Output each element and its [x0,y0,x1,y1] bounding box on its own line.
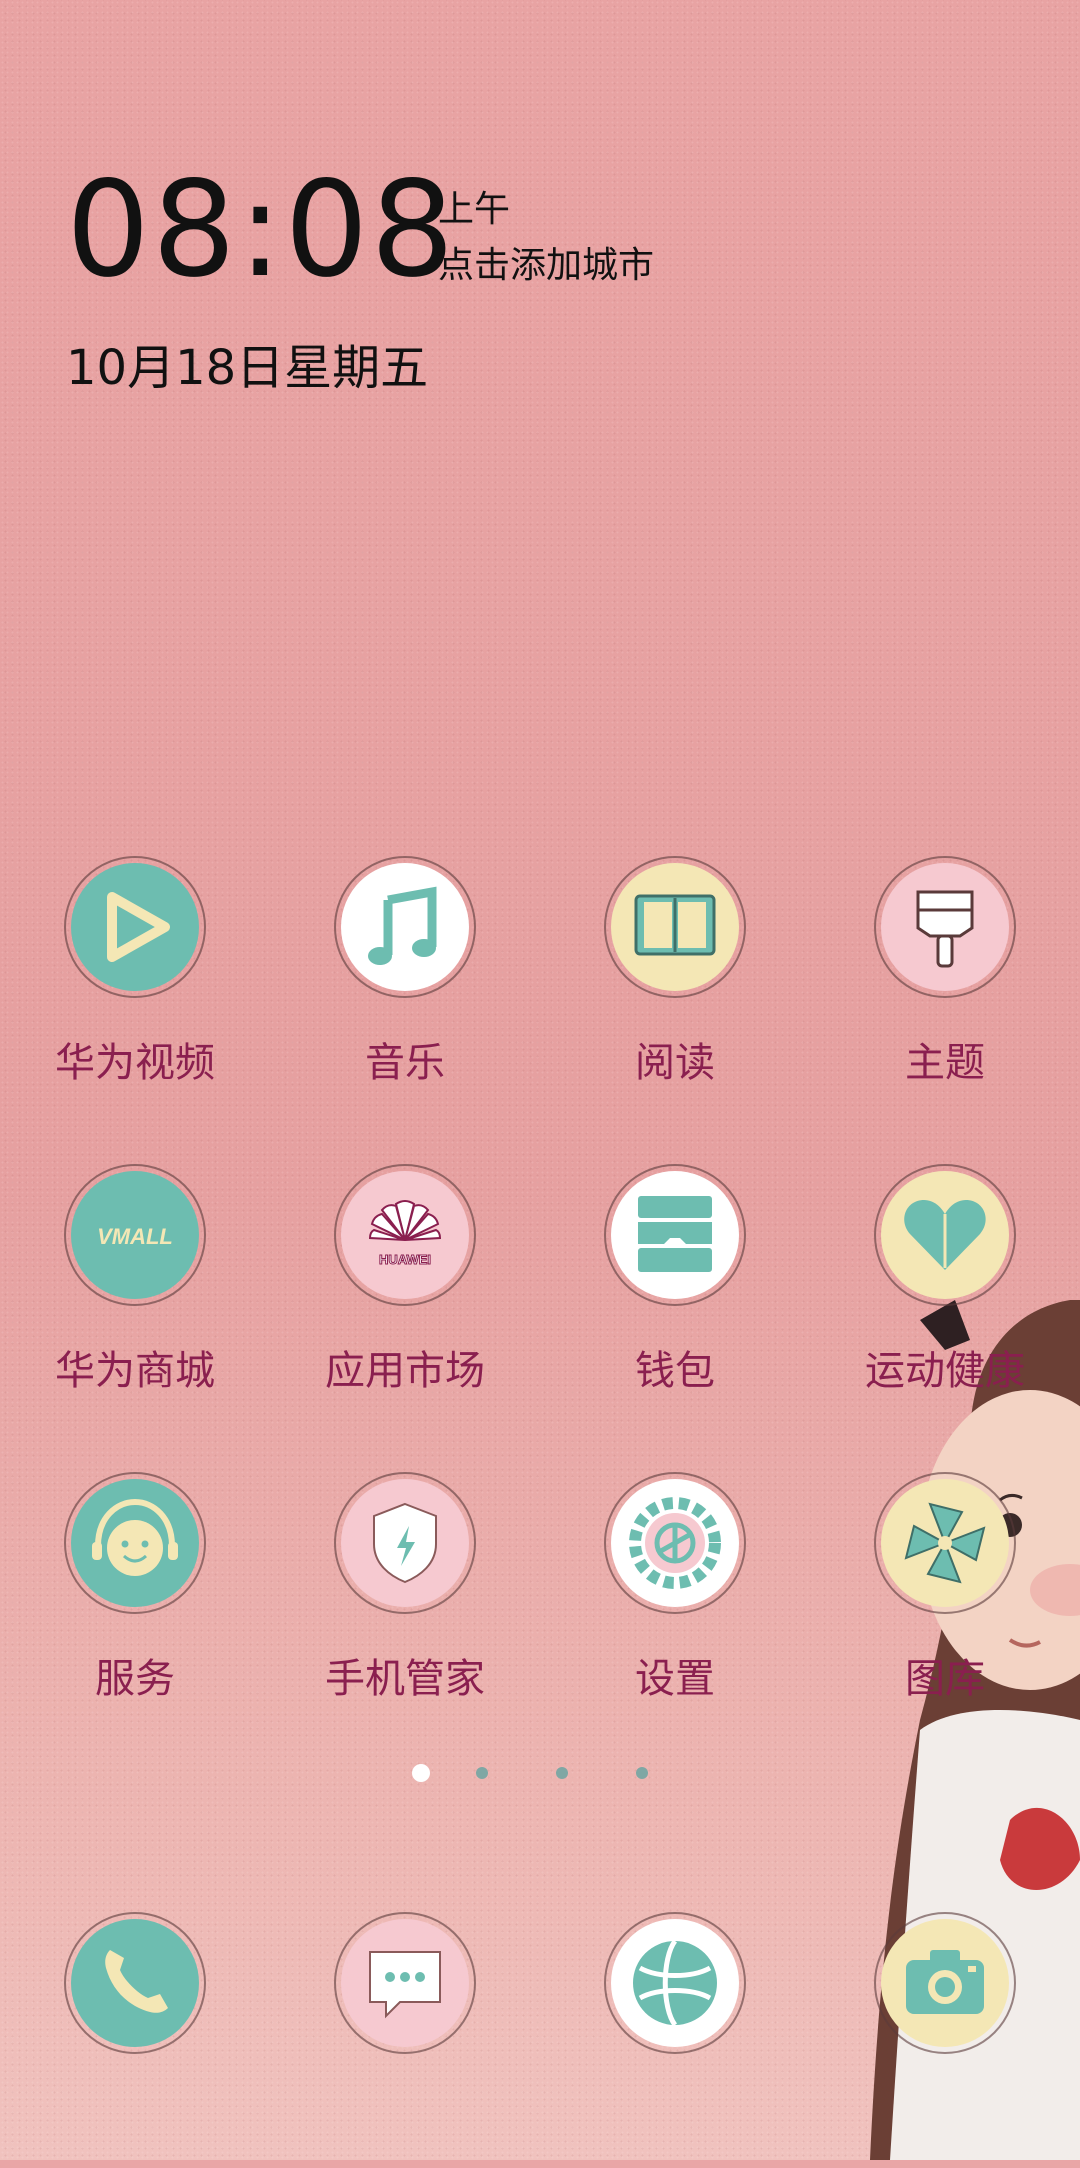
app-label: 钱包 [635,1348,715,1394]
add-city-link[interactable]: 点击添加城市 [438,236,654,288]
app-health[interactable]: 运动健康 [810,1160,1080,1420]
page-dot[interactable] [636,1767,648,1779]
video-play-icon [60,852,210,1002]
pinwheel-flower-icon [870,1468,1020,1618]
app-huawei-video[interactable]: 华为视频 [0,852,270,1112]
camera-icon [870,1908,1020,2058]
app-label: 应用市场 [325,1348,485,1394]
app-label: 音乐 [365,1040,445,1086]
app-service[interactable]: 服务 [0,1468,270,1728]
app-music[interactable]: 音乐 [270,852,540,1112]
app-label: 华为视频 [55,1040,215,1086]
wallet-icon [600,1160,750,1310]
app-label: 图库 [905,1656,985,1702]
huawei-appgallery-icon: HUAWEI [330,1160,480,1310]
dock-phone[interactable] [0,1908,270,2168]
app-label: 手机管家 [325,1656,485,1702]
dock-camera[interactable] [810,1908,1080,2168]
clock-time[interactable]: 08:08 [66,150,456,310]
app-label: 运动健康 [865,1348,1025,1394]
browser-globe-icon [600,1908,750,2058]
page-dot[interactable] [556,1767,568,1779]
dock-messages[interactable] [270,1908,540,2168]
clock-date[interactable]: 10月18日星期五 [66,328,428,398]
dock [0,1908,1080,2068]
app-vmall[interactable]: VMALL 华为商城 [0,1160,270,1420]
gear-icon [600,1468,750,1618]
heart-icon [870,1160,1020,1310]
vmall-icon-text: VMALL [97,1224,173,1249]
app-wallet[interactable]: 钱包 [540,1160,810,1420]
app-gallery[interactable]: 图库 [810,1468,1080,1728]
book-icon [600,852,750,1002]
service-face-icon [60,1468,210,1618]
message-bubble-icon [330,1908,480,2058]
music-note-icon [330,852,480,1002]
shield-icon [330,1468,480,1618]
app-label: 阅读 [635,1040,715,1086]
app-label: 服务 [95,1656,175,1702]
app-settings[interactable]: 设置 [540,1468,810,1728]
app-phone-manager[interactable]: 手机管家 [270,1468,540,1728]
huawei-logo-text: HUAWEI [379,1252,431,1267]
page-indicator[interactable] [400,1762,660,1784]
phone-icon [60,1908,210,2058]
app-label: 华为商城 [55,1348,215,1394]
page-dot-active[interactable] [412,1764,430,1782]
app-reading[interactable]: 阅读 [540,852,810,1112]
dock-browser[interactable] [540,1908,810,2168]
vmall-icon: VMALL [60,1160,210,1310]
app-themes[interactable]: 主题 [810,852,1080,1112]
page-dot[interactable] [476,1767,488,1779]
app-label: 设置 [635,1656,715,1702]
app-label: 主题 [905,1040,985,1086]
paintbrush-icon [870,852,1020,1002]
clock-ampm: 上午 [438,189,511,230]
app-appgallery[interactable]: HUAWEI 应用市场 [270,1160,540,1420]
